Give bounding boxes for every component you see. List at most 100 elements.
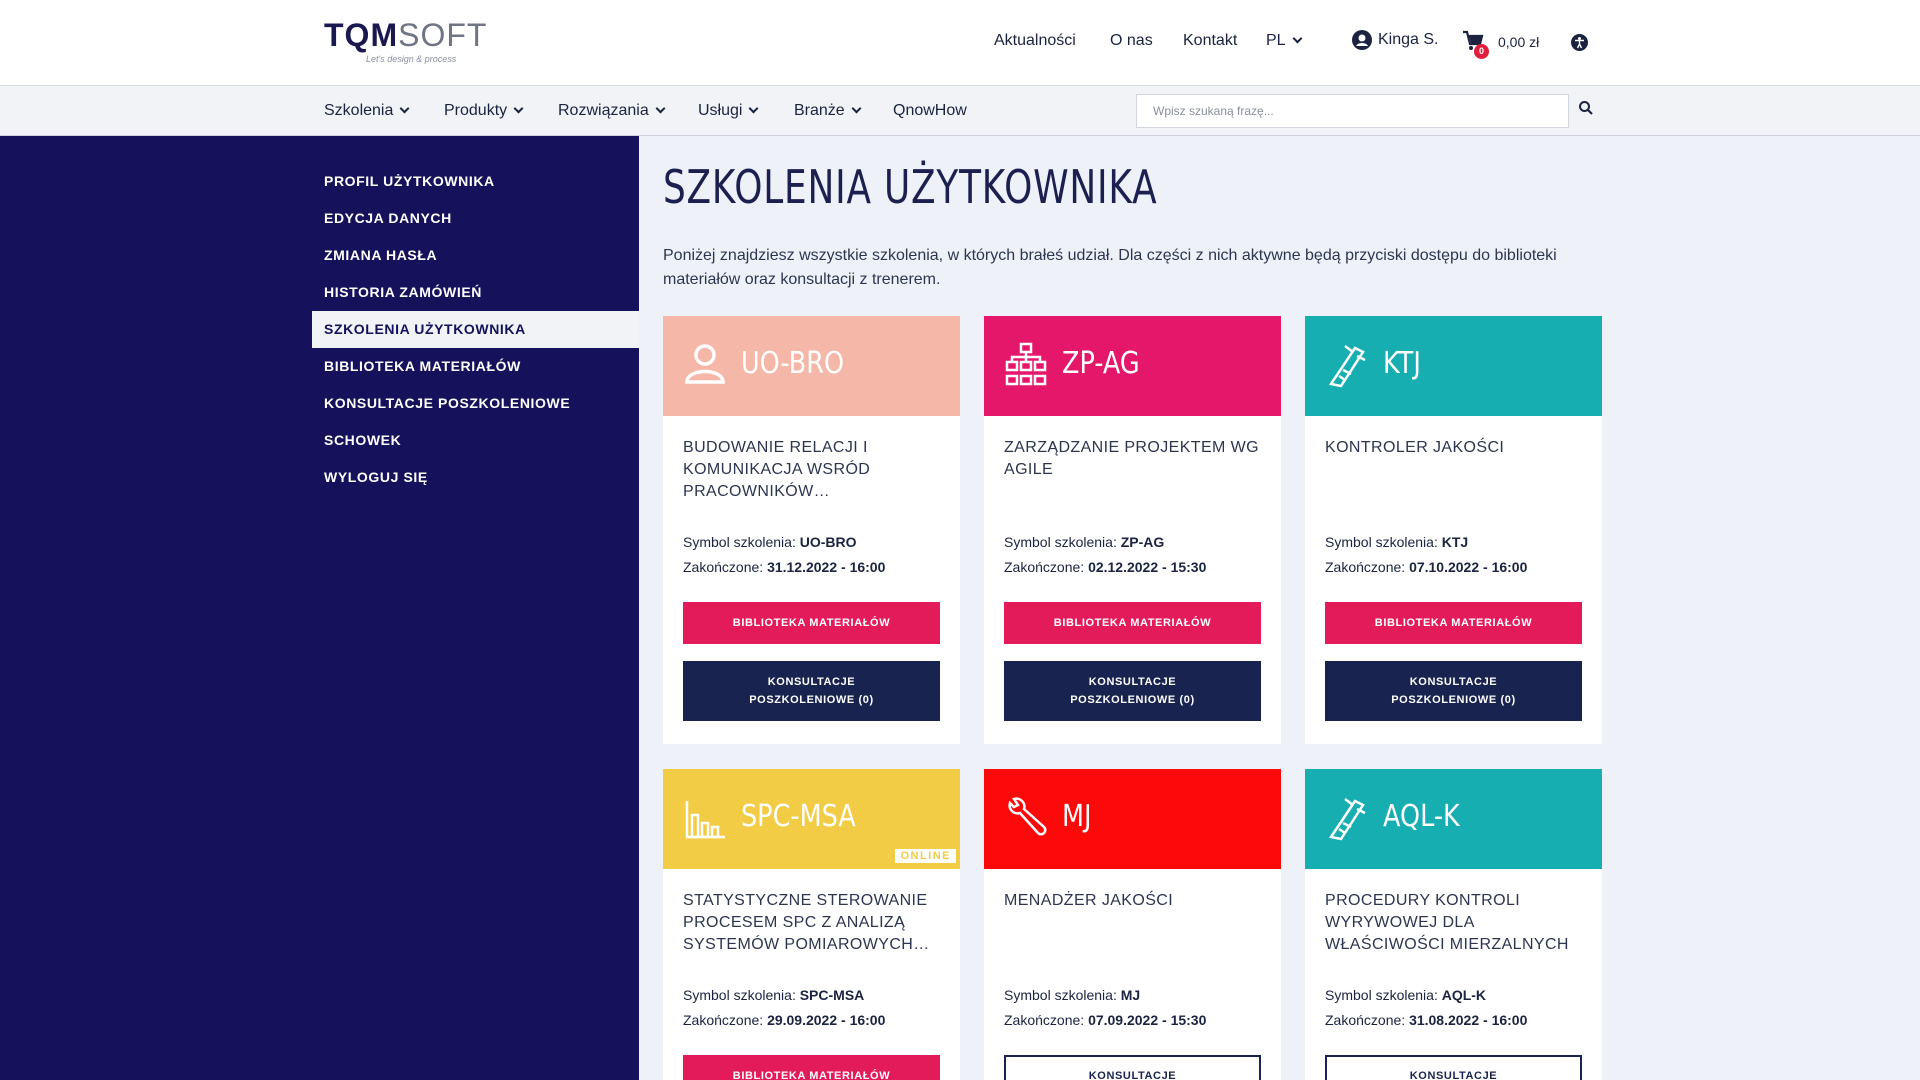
card-header: ZP-AG [984, 316, 1281, 416]
main-menu: Szkolenia Produkty Rozwiązania Usługi Br… [0, 86, 1920, 136]
sidebar-item-profil[interactable]: PROFIL UŻYTKOWNIKA [312, 163, 639, 200]
menu-branze[interactable]: Branże [794, 102, 862, 120]
library-button[interactable]: BIBLIOTEKA MATERIAŁÓW [1325, 602, 1582, 644]
finished-value: 02.12.2022 - 15:30 [1088, 559, 1207, 575]
nav-aktualnosci[interactable]: Aktualności [994, 32, 1076, 50]
user-icon [685, 344, 725, 384]
chevron-down-icon [655, 103, 666, 114]
menu-label: Produkty [444, 102, 508, 119]
sidebar-item-edycja-danych[interactable]: EDYCJA DANYCH [312, 200, 639, 237]
logo-text-a: TQM [324, 17, 399, 53]
menu-produkty[interactable]: Produkty [444, 102, 524, 120]
consultation-button[interactable]: KONSULTACJE POSZKOLENIOWE (0) [1004, 661, 1261, 721]
course-code: ZP-AG [1062, 346, 1140, 381]
chevron-down-icon [749, 103, 759, 114]
course-code: UO-BRO [741, 346, 845, 381]
symbol-value: SPC-MSA [799, 987, 865, 1003]
search-input[interactable] [1136, 94, 1569, 128]
chevron-down-icon [399, 103, 410, 114]
course-card: MJ MENADŻER JAKOŚCI Symbol szkolenia: MJ… [984, 769, 1281, 1080]
logo-tagline: Let's design & process [366, 54, 457, 64]
course-card: KTJ KONTROLER JAKOŚCI Symbol szkolenia: … [1305, 316, 1602, 744]
course-code: KTJ [1383, 346, 1421, 381]
course-title: PROCEDURY KONTROLI WYRYWOWEJ DLA WŁAŚCIW… [1325, 892, 1569, 953]
logo[interactable]: TQMSOFT Let's design & process [324, 17, 488, 68]
chevron-down-icon [851, 103, 862, 114]
course-symbol: Symbol szkolenia: UO-BRO [683, 534, 857, 550]
course-title: BUDOWANIE RELACJI I KOMUNIKACJA WSRÓD PR… [683, 439, 871, 500]
chevron-down-icon [513, 103, 524, 114]
symbol-label: Symbol szkolenia: [1325, 534, 1438, 550]
caliper-icon [1328, 345, 1366, 388]
course-title: STATYSTYCZNE STEROWANIE PROCESEM SPC Z A… [683, 892, 930, 953]
symbol-value: KTJ [1441, 534, 1469, 550]
course-code: AQL-K [1383, 799, 1460, 834]
menu-szkolenia[interactable]: Szkolenia [324, 102, 410, 120]
sidebar-item-zmiana-hasla[interactable]: ZMIANA HASŁA [312, 237, 639, 274]
online-badge: ONLINE [895, 849, 956, 863]
course-code: SPC-MSA [741, 799, 856, 834]
symbol-label: Symbol szkolenia: [1004, 987, 1117, 1003]
symbol-label: Symbol szkolenia: [1004, 534, 1117, 550]
cart-button[interactable]: 0 [1462, 30, 1489, 59]
library-button[interactable]: BIBLIOTEKA MATERIAŁÓW [683, 602, 940, 644]
language-selector[interactable]: PL [1266, 32, 1303, 50]
symbol-label: Symbol szkolenia: [683, 987, 796, 1003]
user-account[interactable]: Kinga S. [1352, 30, 1438, 50]
symbol-label: Symbol szkolenia: [683, 534, 796, 550]
menu-label: Branże [794, 102, 845, 119]
finished-value: 31.12.2022 - 16:00 [767, 559, 886, 575]
sidebar-item-biblioteka[interactable]: BIBLIOTEKA MATERIAŁÓW [312, 348, 639, 385]
consultation-button[interactable]: KONSULTACJE [1325, 1055, 1582, 1080]
logo-text-b: SOFT [398, 17, 488, 53]
accessibility-icon[interactable] [1571, 34, 1588, 51]
intro-text: Poniżej znajdziesz wszystkie szkolenia, … [663, 247, 1557, 288]
finished-value: 07.10.2022 - 16:00 [1409, 559, 1528, 575]
menu-uslugi[interactable]: Usługi [698, 102, 759, 120]
consultation-button[interactable]: KONSULTACJE [1004, 1055, 1261, 1080]
consultation-button[interactable]: KONSULTACJE POSZKOLENIOWE (0) [683, 661, 940, 721]
card-header: SPC-MSA ONLINE [663, 769, 960, 869]
cart-total: 0,00 zł [1498, 34, 1540, 50]
course-card: AQL-K PROCEDURY KONTROLI WYRYWOWEJ DLA W… [1305, 769, 1602, 1080]
library-button[interactable]: BIBLIOTEKA MATERIAŁÓW [1004, 602, 1261, 644]
symbol-value: MJ [1120, 987, 1141, 1003]
course-title: MENADŻER JAKOŚCI [1004, 892, 1174, 909]
sidebar-item-konsultacje[interactable]: KONSULTACJE POSZKOLENIOWE [312, 385, 639, 422]
consultation-button[interactable]: KONSULTACJE POSZKOLENIOWE (0) [1325, 661, 1582, 721]
sidebar-item-szkolenia[interactable]: SZKOLENIA UŻYTKOWNIKA [312, 311, 639, 348]
sidebar-item-historia-zamowien[interactable]: HISTORIA ZAMÓWIEŃ [312, 274, 639, 311]
nav-kontakt[interactable]: Kontakt [1183, 32, 1237, 50]
nav-o-nas[interactable]: O nas [1110, 32, 1153, 50]
menu-rozwiazania[interactable]: Rozwiązania [558, 102, 666, 120]
finished-label: Zakończone: [1004, 1012, 1085, 1028]
course-card: ZP-AG ZARZĄDZANIE PROJEKTEM WG AGILE Sym… [984, 316, 1281, 744]
card-header: AQL-K [1305, 769, 1602, 869]
course-title: KONTROLER JAKOŚCI [1325, 439, 1505, 456]
menu-label: Usługi [698, 102, 743, 119]
library-button[interactable]: BIBLIOTEKA MATERIAŁÓW [683, 1055, 940, 1080]
card-header: KTJ [1305, 316, 1602, 416]
page-title: SZKOLENIA UŻYTKOWNIKA [663, 160, 1158, 214]
course-symbol: Symbol szkolenia: KTJ [1325, 534, 1468, 550]
menu-qnowhow[interactable]: QnowHow [893, 102, 967, 120]
course-finished: Zakończone: 07.09.2022 - 15:30 [1004, 1012, 1206, 1028]
account-sidebar: PROFIL UŻYTKOWNIKA EDYCJA DANYCH ZMIANA … [0, 136, 639, 1080]
sidebar-item-wyloguj[interactable]: WYLOGUJ SIĘ [312, 459, 639, 496]
course-symbol: Symbol szkolenia: SPC-MSA [683, 987, 864, 1003]
menu-label: Rozwiązania [558, 102, 649, 119]
sidebar-item-schowek[interactable]: SCHOWEK [312, 422, 639, 459]
search-button[interactable] [1578, 100, 1598, 120]
course-symbol: Symbol szkolenia: MJ [1004, 987, 1140, 1003]
finished-label: Zakończone: [1004, 559, 1085, 575]
caliper-icon [1328, 798, 1366, 841]
card-header: MJ [984, 769, 1281, 869]
course-code: MJ [1062, 799, 1092, 834]
symbol-value: UO-BRO [799, 534, 857, 550]
course-title: ZARZĄDZANIE PROJEKTEM WG AGILE [1004, 439, 1259, 478]
course-finished: Zakończone: 07.10.2022 - 16:00 [1325, 559, 1527, 575]
course-symbol: Symbol szkolenia: ZP-AG [1004, 534, 1164, 550]
finished-label: Zakończone: [1325, 559, 1406, 575]
finished-label: Zakończone: [683, 559, 764, 575]
course-symbol: Symbol szkolenia: AQL-K [1325, 987, 1486, 1003]
